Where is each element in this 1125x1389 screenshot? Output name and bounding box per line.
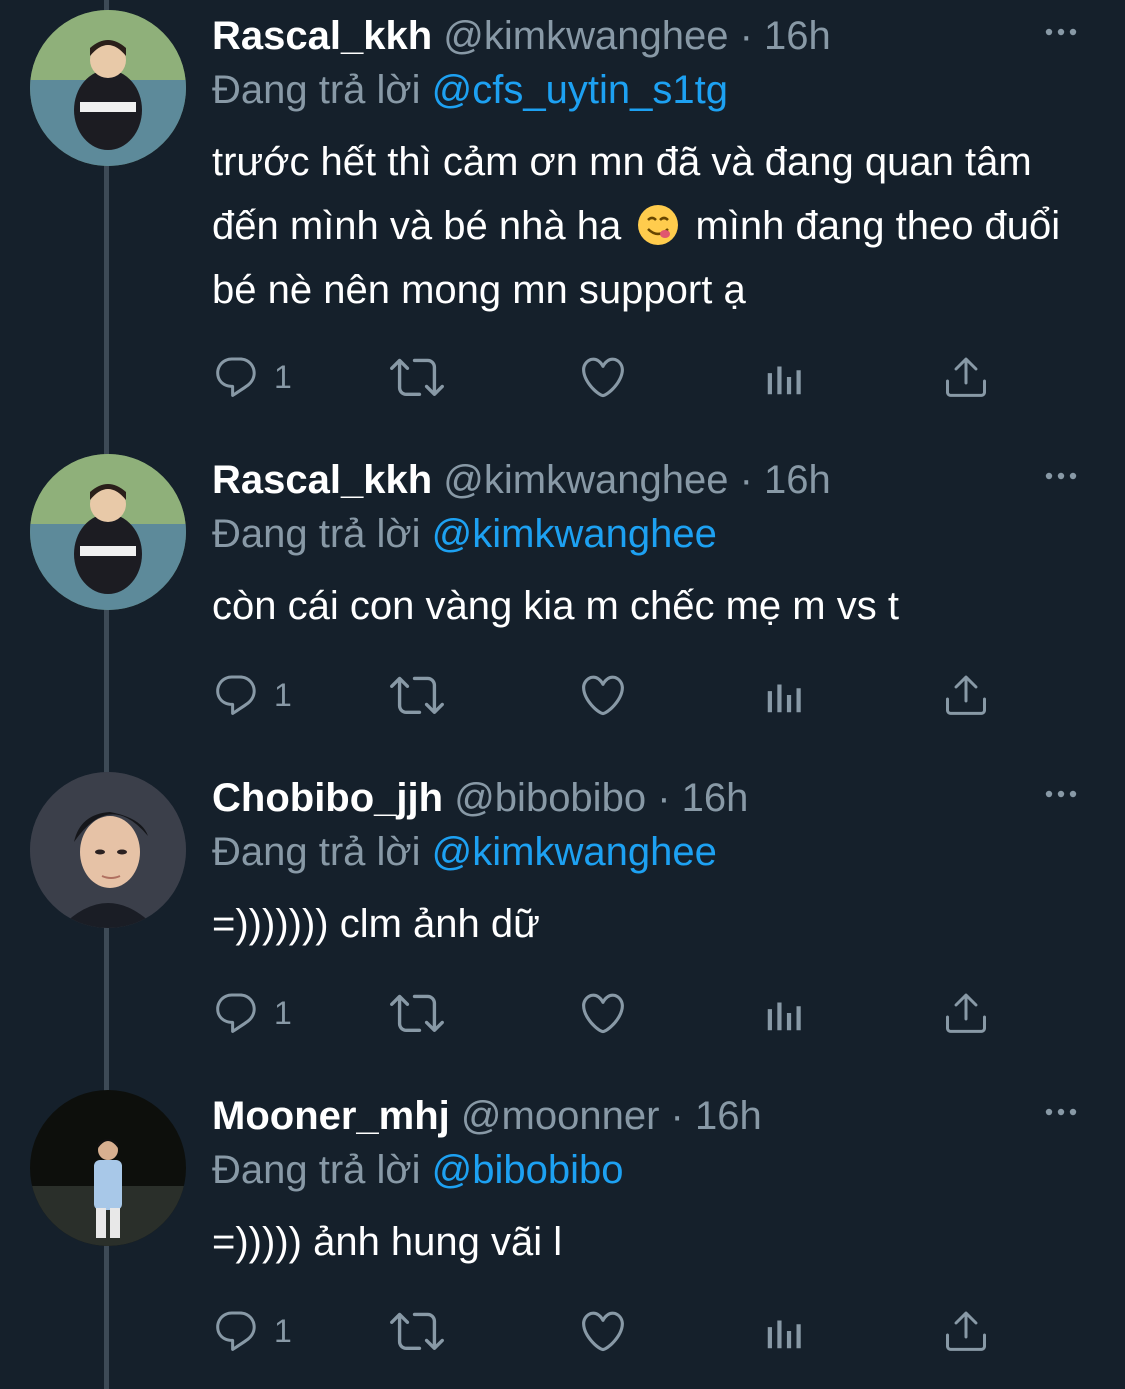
share-button[interactable] [942, 352, 990, 402]
retweet-button[interactable] [390, 670, 444, 720]
analytics-button[interactable] [762, 988, 808, 1038]
heart-icon [582, 675, 624, 716]
avatar[interactable] [30, 10, 186, 166]
reply-prefix: Đang trả lời [212, 830, 421, 874]
like-button[interactable] [578, 670, 628, 720]
tweet-header: Rascal_kkh @kimkwanghee · 16h [212, 454, 831, 506]
separator-dot: · [657, 776, 671, 820]
share-button[interactable] [942, 988, 990, 1038]
reply-icon [216, 675, 256, 715]
analytics-button[interactable] [762, 1306, 808, 1356]
separator-dot: · [739, 14, 753, 58]
avatar[interactable] [30, 1090, 186, 1246]
display-name[interactable]: Chobibo_jjh [212, 776, 443, 820]
reply-count: 1 [274, 1312, 292, 1349]
like-button[interactable] [578, 988, 628, 1038]
more-icon[interactable] [1041, 774, 1081, 814]
tweet-header: Mooner_mhj @moonner · 16h [212, 1090, 762, 1142]
retweet-icon [390, 1312, 444, 1351]
reply-context: Đang trả lời @bibobibo [212, 1144, 624, 1196]
retweet-icon [390, 994, 444, 1033]
heart-icon [582, 1311, 624, 1352]
timestamp[interactable]: 16h [764, 458, 831, 502]
reply-mention[interactable]: @cfs_uytin_s1tg [432, 68, 728, 112]
reply-context: Đang trả lời @cfs_uytin_s1tg [212, 64, 728, 116]
yum-face-emoji [638, 205, 679, 245]
tweet-header: Rascal_kkh @kimkwanghee · 16h [212, 10, 831, 62]
reply-button[interactable]: 1 [212, 1306, 292, 1356]
reply-count: 1 [274, 358, 292, 395]
analytics-icon [767, 366, 801, 395]
reply-count: 1 [274, 676, 292, 713]
tweet-text: trước hết thì cảm ơn mn đã và đang quan … [212, 130, 1092, 322]
reply-count: 1 [274, 994, 292, 1031]
share-button[interactable] [942, 1306, 990, 1356]
separator-dot: · [670, 1094, 684, 1138]
action-bar: 1 [212, 1306, 1012, 1356]
share-icon [946, 357, 986, 397]
reply-mention[interactable]: @bibobibo [432, 1148, 624, 1192]
share-icon [946, 1311, 986, 1351]
user-handle[interactable]: @kimkwanghee [443, 14, 728, 58]
analytics-icon [767, 1002, 801, 1031]
reply-icon [216, 1311, 256, 1351]
analytics-icon [767, 684, 801, 713]
retweet-icon [390, 358, 444, 397]
timestamp[interactable]: 16h [764, 14, 831, 58]
retweet-icon [390, 676, 444, 715]
reply-button[interactable]: 1 [212, 988, 292, 1038]
action-bar: 1 [212, 988, 1012, 1038]
share-button[interactable] [942, 670, 990, 720]
tweet-header: Chobibo_jjh @bibobibo · 16h [212, 772, 748, 824]
separator-dot: · [739, 458, 753, 502]
reply-prefix: Đang trả lời [212, 1148, 421, 1192]
reply-icon [216, 993, 256, 1033]
more-icon[interactable] [1041, 12, 1081, 52]
like-button[interactable] [578, 1306, 628, 1356]
analytics-button[interactable] [762, 670, 808, 720]
timestamp[interactable]: 16h [695, 1094, 762, 1138]
display-name[interactable]: Rascal_kkh [212, 14, 432, 58]
reply-button[interactable]: 1 [212, 352, 292, 402]
display-name[interactable]: Rascal_kkh [212, 458, 432, 502]
avatar[interactable] [30, 772, 186, 928]
reply-mention[interactable]: @kimkwanghee [432, 830, 717, 874]
retweet-button[interactable] [390, 988, 444, 1038]
heart-icon [582, 357, 624, 398]
reply-context: Đang trả lời @kimkwanghee [212, 508, 717, 560]
reply-icon [216, 357, 256, 397]
more-icon[interactable] [1041, 456, 1081, 496]
timestamp[interactable]: 16h [682, 776, 749, 820]
reply-prefix: Đang trả lời [212, 512, 421, 556]
retweet-button[interactable] [390, 1306, 444, 1356]
like-button[interactable] [578, 352, 628, 402]
reply-mention[interactable]: @kimkwanghee [432, 512, 717, 556]
more-icon[interactable] [1041, 1092, 1081, 1132]
analytics-icon [767, 1320, 801, 1349]
tweet-text: =))))) ảnh hung vãi l [212, 1220, 563, 1264]
user-handle[interactable]: @bibobibo [454, 776, 646, 820]
tweet-text: =))))))) clm ảnh dữ [212, 902, 540, 946]
tweet-text: còn cái con vàng kia m chếc mẹ m vs t [212, 584, 899, 628]
heart-icon [582, 993, 624, 1034]
user-handle[interactable]: @moonner [461, 1094, 659, 1138]
share-icon [946, 675, 986, 715]
reply-context: Đang trả lời @kimkwanghee [212, 826, 717, 878]
display-name[interactable]: Mooner_mhj [212, 1094, 450, 1138]
action-bar: 1 [212, 670, 1012, 720]
share-icon [946, 993, 986, 1033]
retweet-button[interactable] [390, 352, 444, 402]
action-bar: 1 [212, 352, 1012, 402]
reply-prefix: Đang trả lời [212, 68, 421, 112]
reply-button[interactable]: 1 [212, 670, 292, 720]
analytics-button[interactable] [762, 352, 808, 402]
user-handle[interactable]: @kimkwanghee [443, 458, 728, 502]
avatar[interactable] [30, 454, 186, 610]
